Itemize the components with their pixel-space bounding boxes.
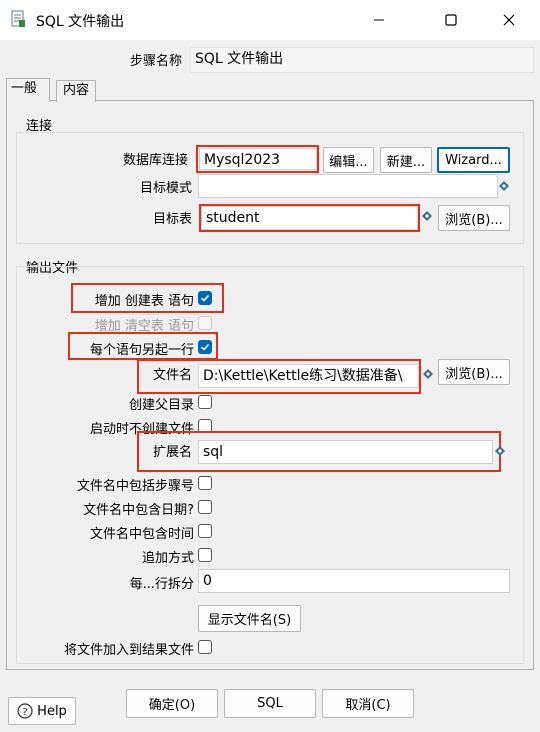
edit-connection-button[interactable]: 编辑...: [323, 147, 374, 173]
app-icon: [11, 10, 25, 27]
tab-content[interactable]: 内容: [56, 80, 96, 102]
maximize-icon: [445, 14, 457, 26]
wizard-button[interactable]: Wizard...: [437, 147, 510, 173]
minimize-icon: [374, 19, 384, 21]
ok-button[interactable]: 确定(O): [126, 689, 218, 718]
include-date-label: 文件名中包含日期?: [83, 503, 194, 518]
add-truncate-checkbox: [198, 316, 212, 330]
checkmark-icon: [200, 343, 210, 351]
target-table-input[interactable]: student: [201, 206, 418, 230]
maximize-button[interactable]: [428, 0, 474, 40]
split-every-input[interactable]: 0: [198, 569, 510, 593]
create-parent-label: 创建父目录: [128, 398, 194, 413]
cancel-button[interactable]: 取消(C): [322, 689, 414, 718]
filename-label: 文件名: [152, 368, 192, 383]
append-checkbox[interactable]: [198, 548, 212, 562]
include-stepnr-checkbox[interactable]: [198, 476, 212, 490]
add-create-checkbox[interactable]: [198, 291, 212, 305]
create-parent-checkbox[interactable]: [198, 395, 212, 409]
include-time-label: 文件名中包含时间: [89, 527, 194, 542]
db-connection-select[interactable]: Mysql2023: [199, 148, 317, 170]
each-line-label: 每个语句另起一行: [89, 343, 194, 358]
sql-button[interactable]: SQL: [224, 689, 316, 718]
variable-icon: [499, 181, 509, 191]
close-button[interactable]: [486, 0, 532, 40]
add-to-result-checkbox[interactable]: [198, 640, 212, 654]
checkmark-icon: [200, 294, 210, 302]
each-line-checkbox[interactable]: [198, 340, 212, 354]
close-icon: [503, 14, 515, 26]
add-create-label: 增加 创建表 语句: [94, 294, 194, 309]
browse-table-button[interactable]: 浏览(B)...: [438, 205, 510, 231]
help-button[interactable]: ? Help: [8, 697, 76, 725]
append-label: 追加方式: [141, 551, 194, 566]
show-filenames-button[interactable]: 显示文件名(S): [198, 605, 301, 632]
target-schema-label: 目标模式: [139, 181, 192, 196]
db-connection-label: 数据库连接: [122, 153, 188, 168]
window-title: SQL 文件输出: [36, 14, 125, 30]
variable-icon: [495, 446, 505, 456]
include-stepnr-label: 文件名中包括步骤号: [76, 479, 194, 494]
help-button-label: Help: [37, 703, 67, 719]
filename-input[interactable]: D:\Kettle\Kettle练习\数据准备\: [198, 364, 419, 388]
new-connection-button[interactable]: 新建...: [380, 147, 432, 173]
target-schema-input[interactable]: [198, 174, 498, 198]
include-time-checkbox[interactable]: [198, 524, 212, 538]
variable-icon: [423, 369, 433, 379]
help-icon: ?: [17, 703, 33, 719]
extension-label: 扩展名: [152, 445, 192, 460]
add-to-result-label: 将文件加入到结果文件: [63, 643, 194, 658]
minimize-button[interactable]: [356, 0, 402, 40]
variable-icon: [422, 211, 432, 221]
browse-file-button[interactable]: 浏览(B)...: [438, 359, 510, 385]
split-every-label: 每...行拆分: [129, 577, 194, 592]
extension-input[interactable]: sql: [198, 440, 493, 464]
include-date-checkbox[interactable]: [198, 500, 212, 514]
step-name-label: 步骤名称: [129, 54, 182, 69]
svg-text:?: ?: [23, 707, 28, 718]
step-name-input[interactable]: SQL 文件输出: [190, 47, 534, 73]
tab-general[interactable]: 一般: [6, 78, 50, 102]
target-table-label: 目标表: [152, 212, 192, 227]
